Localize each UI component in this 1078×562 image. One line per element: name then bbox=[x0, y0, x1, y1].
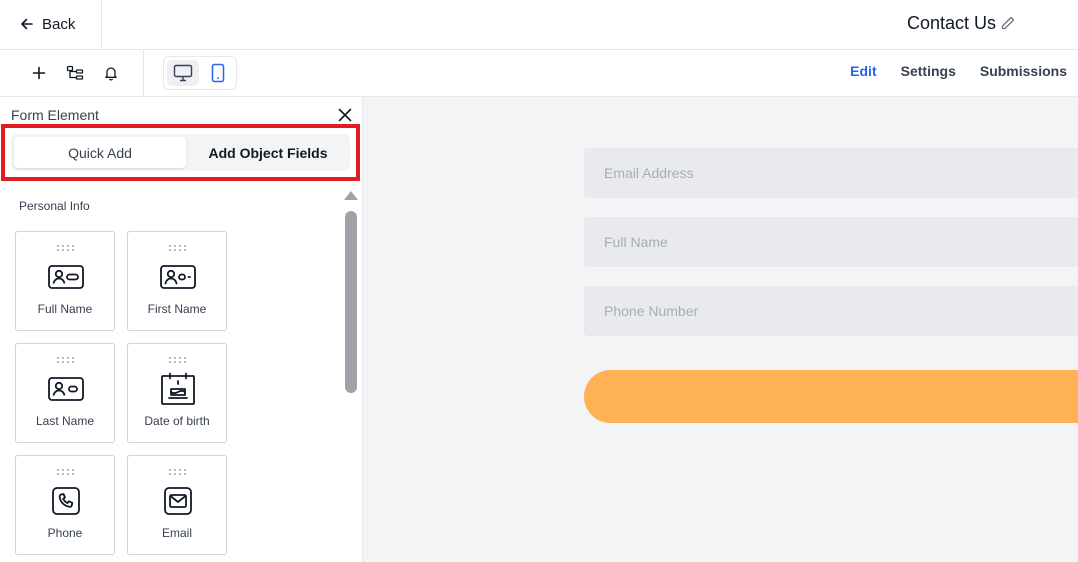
envelope-icon bbox=[158, 484, 198, 518]
drag-handle-icon[interactable] bbox=[56, 468, 76, 476]
highlight-box: Quick Add Add Object Fields bbox=[1, 124, 360, 181]
element-card-label: First Name bbox=[147, 302, 207, 316]
scrollbar-thumb[interactable] bbox=[345, 211, 357, 393]
page-title: Contact Us bbox=[906, 13, 996, 33]
pencil-icon[interactable] bbox=[1000, 15, 1016, 31]
form-element-panel: Form Element Quick Add Add Object Fields… bbox=[0, 97, 363, 562]
tab-edit[interactable]: Edit bbox=[850, 63, 876, 79]
phone-icon bbox=[46, 484, 86, 518]
top-bar: Back Contact Us bbox=[0, 0, 1078, 50]
form-canvas: Email Address Full Name Phone Number bbox=[363, 97, 1078, 562]
hierarchy-icon[interactable] bbox=[65, 63, 85, 83]
element-card-label: Last Name bbox=[35, 414, 95, 428]
submit-button[interactable] bbox=[584, 370, 1078, 423]
phone-number-field[interactable]: Phone Number bbox=[584, 286, 1078, 336]
drag-handle-icon[interactable] bbox=[56, 356, 76, 364]
drag-handle-icon[interactable] bbox=[168, 244, 188, 252]
element-card-email[interactable]: Email bbox=[127, 455, 227, 555]
element-card-date-of-birth[interactable]: Date of birth bbox=[127, 343, 227, 443]
element-card-label: Full Name bbox=[37, 302, 93, 316]
mobile-icon bbox=[211, 63, 225, 83]
element-card-label: Phone bbox=[47, 526, 83, 540]
arrow-left-icon bbox=[21, 18, 33, 30]
drag-handle-icon[interactable] bbox=[168, 468, 188, 476]
back-button[interactable]: Back bbox=[20, 14, 75, 34]
mobile-view-button[interactable] bbox=[202, 60, 234, 86]
editor-tabs: Edit Settings Submissions bbox=[850, 63, 1067, 79]
element-card-label: Email bbox=[161, 526, 192, 540]
device-toggle bbox=[163, 56, 237, 90]
full-name-field[interactable]: Full Name bbox=[584, 217, 1078, 267]
scrollbar[interactable] bbox=[343, 189, 359, 562]
close-icon[interactable] bbox=[337, 107, 353, 123]
element-card-first-name[interactable]: First Name bbox=[127, 231, 227, 331]
scroll-up-arrow-icon[interactable] bbox=[344, 191, 358, 200]
desktop-icon bbox=[173, 64, 193, 82]
tab-add-object-fields[interactable]: Add Object Fields bbox=[189, 137, 347, 168]
panel-tabs: Quick Add Add Object Fields bbox=[11, 134, 350, 171]
tab-quick-add[interactable]: Quick Add bbox=[14, 137, 186, 168]
tab-submissions[interactable]: Submissions bbox=[980, 63, 1067, 79]
bell-icon[interactable] bbox=[101, 63, 121, 83]
drag-handle-icon[interactable] bbox=[168, 356, 188, 364]
plus-icon[interactable] bbox=[29, 63, 49, 83]
element-card-full-name[interactable]: Full Name bbox=[15, 231, 115, 331]
element-card-phone[interactable]: Phone bbox=[15, 455, 115, 555]
desktop-view-button[interactable] bbox=[167, 60, 199, 86]
id-card-icon bbox=[46, 372, 86, 406]
element-card-label: Date of birth bbox=[144, 414, 210, 428]
back-label: Back bbox=[42, 15, 76, 33]
tab-settings[interactable]: Settings bbox=[901, 63, 956, 79]
drag-handle-icon[interactable] bbox=[56, 244, 76, 252]
section-heading: Personal Info bbox=[19, 199, 90, 213]
email-address-field[interactable]: Email Address bbox=[584, 148, 1078, 198]
panel-title: Form Element bbox=[11, 107, 99, 123]
id-card-icon bbox=[46, 260, 86, 294]
divider bbox=[143, 50, 144, 96]
element-card-last-name[interactable]: Last Name bbox=[15, 343, 115, 443]
editor-toolbar: Edit Settings Submissions bbox=[0, 50, 1078, 97]
divider bbox=[101, 0, 102, 49]
id-card-dash-icon bbox=[158, 260, 198, 294]
birthday-cake-icon bbox=[158, 372, 198, 406]
